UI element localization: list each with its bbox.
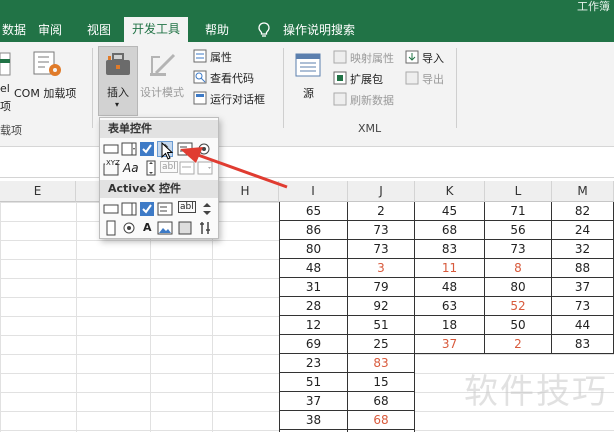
annotation-arrow-icon — [180, 147, 288, 189]
excel-window: 工作簿 数据 审阅 视图 开发工具 帮助 操作说明搜索 el 项 COM 加载项… — [0, 0, 614, 432]
